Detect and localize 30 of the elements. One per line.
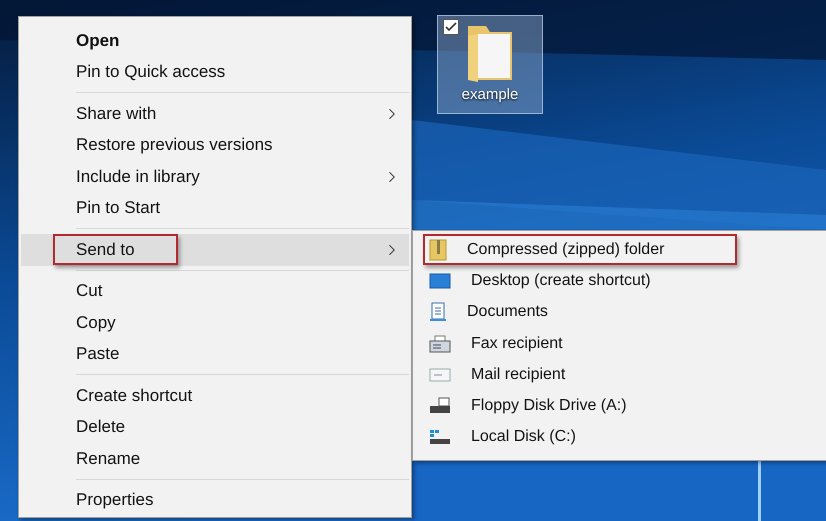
desktop-icon[interactable]: example: [437, 15, 543, 114]
menu-item[interactable]: Share with: [21, 98, 409, 130]
desktop-icon-label: example: [462, 86, 518, 103]
submenu-item[interactable]: Fax recipient: [415, 328, 826, 360]
document-icon: [429, 302, 447, 322]
menu-item[interactable]: Delete: [21, 412, 409, 443]
menu-item[interactable]: Paste: [21, 338, 409, 370]
zipper-folder-icon: [429, 238, 447, 261]
menu-item[interactable]: Rename: [21, 443, 409, 474]
monitor-icon: [429, 272, 451, 290]
menu-item[interactable]: Pin to Start: [21, 192, 409, 224]
menu-item[interactable]: Restore previous versions: [21, 130, 409, 161]
envelope-icon: [429, 366, 451, 383]
hard-disk-icon: [429, 428, 451, 446]
menu-item[interactable]: Create shortcut: [21, 380, 409, 412]
menu-item[interactable]: Copy: [21, 307, 409, 338]
menu-item[interactable]: Send to: [21, 234, 409, 266]
menu-item[interactable]: Cut: [21, 276, 409, 307]
checkbox[interactable]: [443, 19, 459, 35]
submenu-item[interactable]: Compressed (zipped) folder: [415, 234, 826, 266]
submenu-item[interactable]: Local Disk (C:): [415, 422, 826, 454]
menu-item[interactable]: Properties: [21, 484, 409, 516]
menu-item[interactable]: Include in library: [21, 161, 409, 192]
submenu-item[interactable]: Mail recipient: [415, 359, 826, 390]
submenu-item[interactable]: Documents: [415, 296, 826, 328]
drive-icon: [429, 397, 451, 416]
fax-machine-icon: [429, 334, 451, 353]
submenu-item[interactable]: Desktop (create shortcut): [415, 265, 826, 297]
menu-item[interactable]: Pin to Quick access: [21, 56, 409, 88]
submenu-item[interactable]: Floppy Disk Drive (A:): [415, 390, 826, 422]
